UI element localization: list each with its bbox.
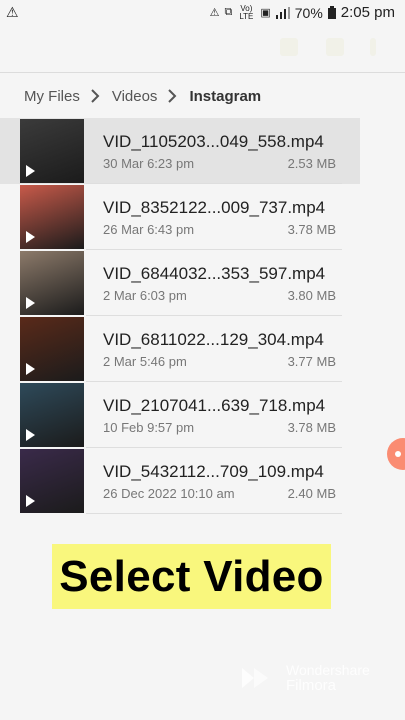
- file-date: 26 Mar 6:43 pm: [103, 222, 195, 237]
- video-thumbnail: [20, 119, 84, 183]
- file-row[interactable]: VID_1105203...049_558.mp4 30 Mar 6:23 pm…: [0, 118, 360, 184]
- watermark-line1: Wondershare: [286, 662, 370, 678]
- file-name: VID_2107041...639_718.mp4: [103, 396, 326, 415]
- video-thumbnail: [20, 383, 84, 447]
- view-toggle-icon[interactable]: [326, 38, 344, 56]
- banner-text: Select Video: [59, 551, 324, 601]
- toolbar: [0, 26, 405, 72]
- select-video-banner: Select Video: [52, 544, 331, 609]
- search-icon[interactable]: [280, 38, 298, 56]
- file-row[interactable]: VID_8352122...009_737.mp4 26 Mar 6:43 pm…: [0, 184, 360, 250]
- video-thumbnail: [20, 317, 84, 381]
- warning-icon: ⚠: [6, 4, 19, 20]
- breadcrumb-instagram: Instagram: [189, 87, 262, 105]
- breadcrumb-my-files[interactable]: My Files: [24, 88, 80, 105]
- play-icon: [26, 165, 35, 177]
- file-name: VID_5432112...709_109.mp4: [103, 462, 324, 481]
- status-bar: ⚠ ⚠ ⧉ Vo) LTE ▣ 70% 2:05 pm: [0, 0, 405, 26]
- toolbar-divider: [0, 72, 405, 73]
- play-icon: [26, 495, 35, 507]
- video-thumbnail: [20, 185, 84, 249]
- play-icon: [26, 429, 35, 441]
- file-size: 3.78 MB: [287, 222, 336, 237]
- file-list: VID_1105203...049_558.mp4 30 Mar 6:23 pm…: [0, 118, 360, 514]
- video-thumbnail: [20, 449, 84, 513]
- battery-icon: [327, 6, 336, 19]
- file-size: 3.80 MB: [287, 288, 336, 303]
- breadcrumb: My Files Videos Instagram: [24, 86, 261, 106]
- file-size: 2.40 MB: [287, 486, 336, 501]
- file-date: 26 Dec 2022 10:10 am: [103, 486, 235, 501]
- signal-icon: [275, 6, 290, 19]
- cast-icon: ⧉: [224, 6, 233, 18]
- play-icon: [26, 297, 35, 309]
- chevron-right-icon: [91, 89, 100, 103]
- file-size: 3.77 MB: [287, 354, 336, 369]
- filmora-logo-icon: [242, 668, 268, 688]
- more-options-icon[interactable]: [370, 38, 376, 56]
- file-row[interactable]: VID_5432112...709_109.mp4 26 Dec 2022 10…: [0, 448, 360, 514]
- file-date: 10 Feb 9:57 pm: [103, 420, 195, 435]
- battery-level: 70%: [294, 4, 323, 21]
- video-thumbnail: [20, 251, 84, 315]
- file-name: VID_1105203...049_558.mp4: [103, 132, 324, 151]
- file-name: VID_6844032...353_597.mp4: [103, 264, 326, 283]
- watermark-line2: Filmora: [286, 677, 337, 694]
- clock: 2:05 pm: [340, 4, 395, 21]
- record-dot-icon: [395, 451, 401, 457]
- play-icon: [26, 231, 35, 243]
- file-row[interactable]: VID_2107041...639_718.mp4 10 Feb 9:57 pm…: [0, 382, 360, 448]
- file-date: 2 Mar 5:46 pm: [103, 354, 187, 369]
- play-icon: [26, 363, 35, 375]
- file-row[interactable]: VID_6811022...129_304.mp4 2 Mar 5:46 pm …: [0, 316, 360, 382]
- file-name: VID_6811022...129_304.mp4: [103, 330, 324, 349]
- file-size: 2.53 MB: [287, 156, 336, 171]
- file-date: 2 Mar 6:03 pm: [103, 288, 187, 303]
- scroll-handle[interactable]: [387, 438, 405, 470]
- notification-icon: ▣: [260, 7, 271, 19]
- file-size: 3.78 MB: [287, 420, 336, 435]
- file-date: 30 Mar 6:23 pm: [103, 156, 195, 171]
- volte-label: Vo) LTE: [239, 3, 254, 21]
- file-row[interactable]: VID_6844032...353_597.mp4 2 Mar 6:03 pm …: [0, 250, 360, 316]
- chevron-right-icon: [168, 89, 177, 103]
- file-name: VID_8352122...009_737.mp4: [103, 198, 326, 217]
- breadcrumb-videos[interactable]: Videos: [112, 88, 158, 105]
- data-saver-icon: ⚠: [209, 7, 220, 19]
